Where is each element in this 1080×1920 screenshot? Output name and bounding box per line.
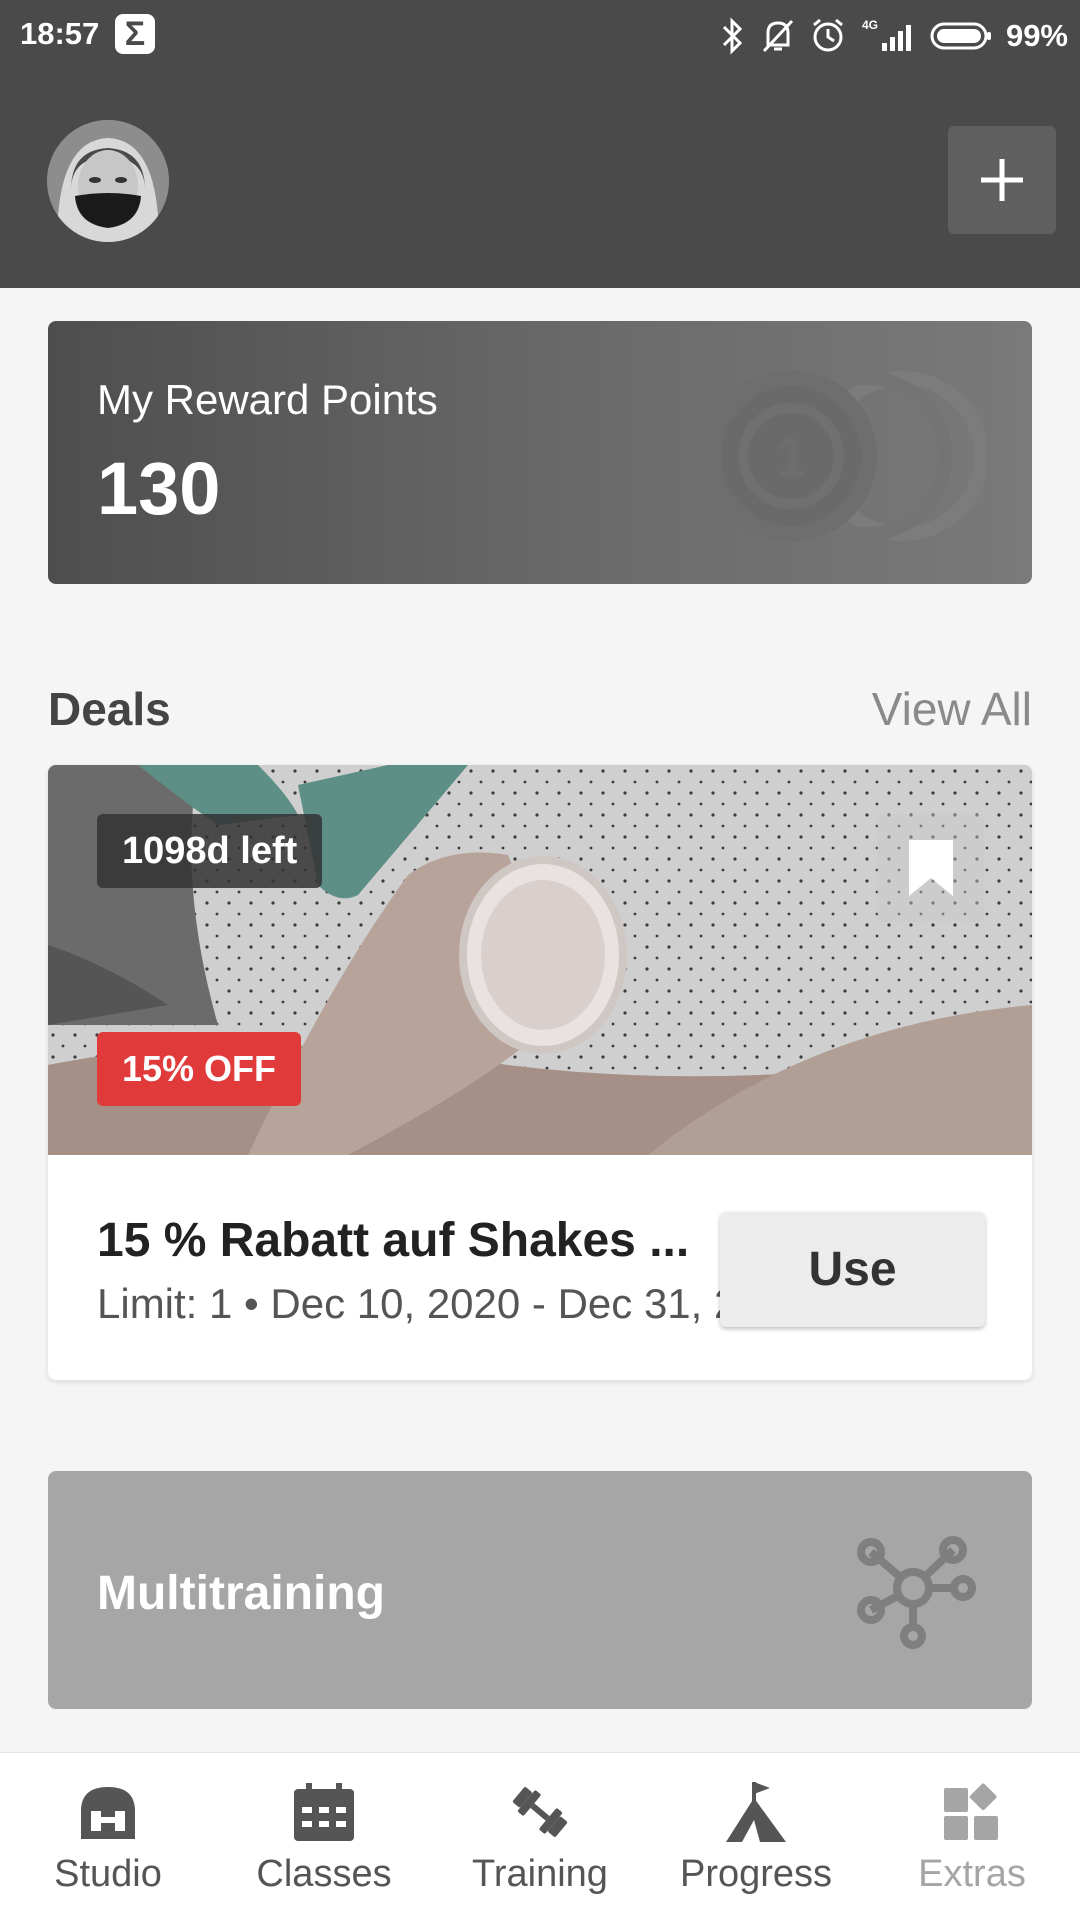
svg-text:4G: 4G [862,18,878,32]
add-button[interactable] [948,126,1056,234]
nav-item-progress[interactable]: Progress [648,1753,864,1920]
reward-points-value: 130 [97,447,221,530]
battery-percentage: 99% [1005,18,1068,53]
nav-item-studio[interactable]: Studio [0,1753,216,1920]
mountain-flag-icon [726,1782,786,1842]
discount-badge: 15% OFF [97,1032,302,1106]
deal-image: 1098d left 15% OFF [48,765,1032,1155]
nav-label-studio: Studio [54,1853,162,1895]
time-left-badge: 1098d left [97,814,323,888]
nav-label-extras: Extras [918,1853,1026,1895]
reward-points-card[interactable]: My Reward Points 130 1 [48,321,1032,584]
app-header [0,72,1080,288]
grid-icon [944,1783,998,1840]
nav-label-classes: Classes [256,1853,392,1895]
status-icons: 4G 99% [720,12,1068,60]
battery-icon [930,22,991,50]
status-bar: 18:57 Σ 4G 99% [0,0,1080,72]
nav-label-progress: Progress [679,1853,833,1895]
deal-card[interactable]: 1098d left 15% OFF 15 % Rabatt auf Shake… [48,765,1032,1380]
studio-icon [81,1787,135,1839]
coin-label: 1 [775,425,806,488]
dumbbell-icon [512,1787,568,1837]
nav-item-classes[interactable]: Classes [216,1753,432,1920]
signal-icon: 4G [862,18,911,51]
calendar-icon [294,1783,354,1841]
nav-label-training: Training [472,1853,608,1895]
coins-icon: 1 [707,370,987,542]
deals-title: Deals [48,683,171,735]
bookmark-icon [909,840,953,896]
silent-icon [762,19,794,53]
nav-item-training[interactable]: Training [432,1753,648,1920]
use-button[interactable]: Use [720,1212,985,1327]
bookmark-button[interactable] [877,814,985,922]
bluetooth-icon [722,17,743,55]
multitraining-label: Multitraining [97,1567,385,1620]
alarm-icon [812,18,843,52]
deal-meta: Limit: 1 • Dec 10, 2020 - Dec 31, 2 [97,1280,727,1327]
bottom-nav: Studio Classes Training Progress Extras [0,1752,1080,1920]
user-avatar[interactable] [47,120,169,242]
nav-item-extras[interactable]: Extras [864,1753,1080,1920]
network-icon [857,1536,976,1649]
reward-points-title: My Reward Points [97,376,438,423]
avatar-image [47,120,169,242]
view-all-link[interactable]: View All [872,682,1032,736]
sigma-icon: Σ [115,14,155,54]
multitraining-card[interactable]: Multitraining [48,1471,1032,1709]
deal-title: 15 % Rabatt auf Shakes ... [97,1214,690,1267]
status-time: 18:57 [20,16,100,51]
plus-icon [981,159,1023,201]
